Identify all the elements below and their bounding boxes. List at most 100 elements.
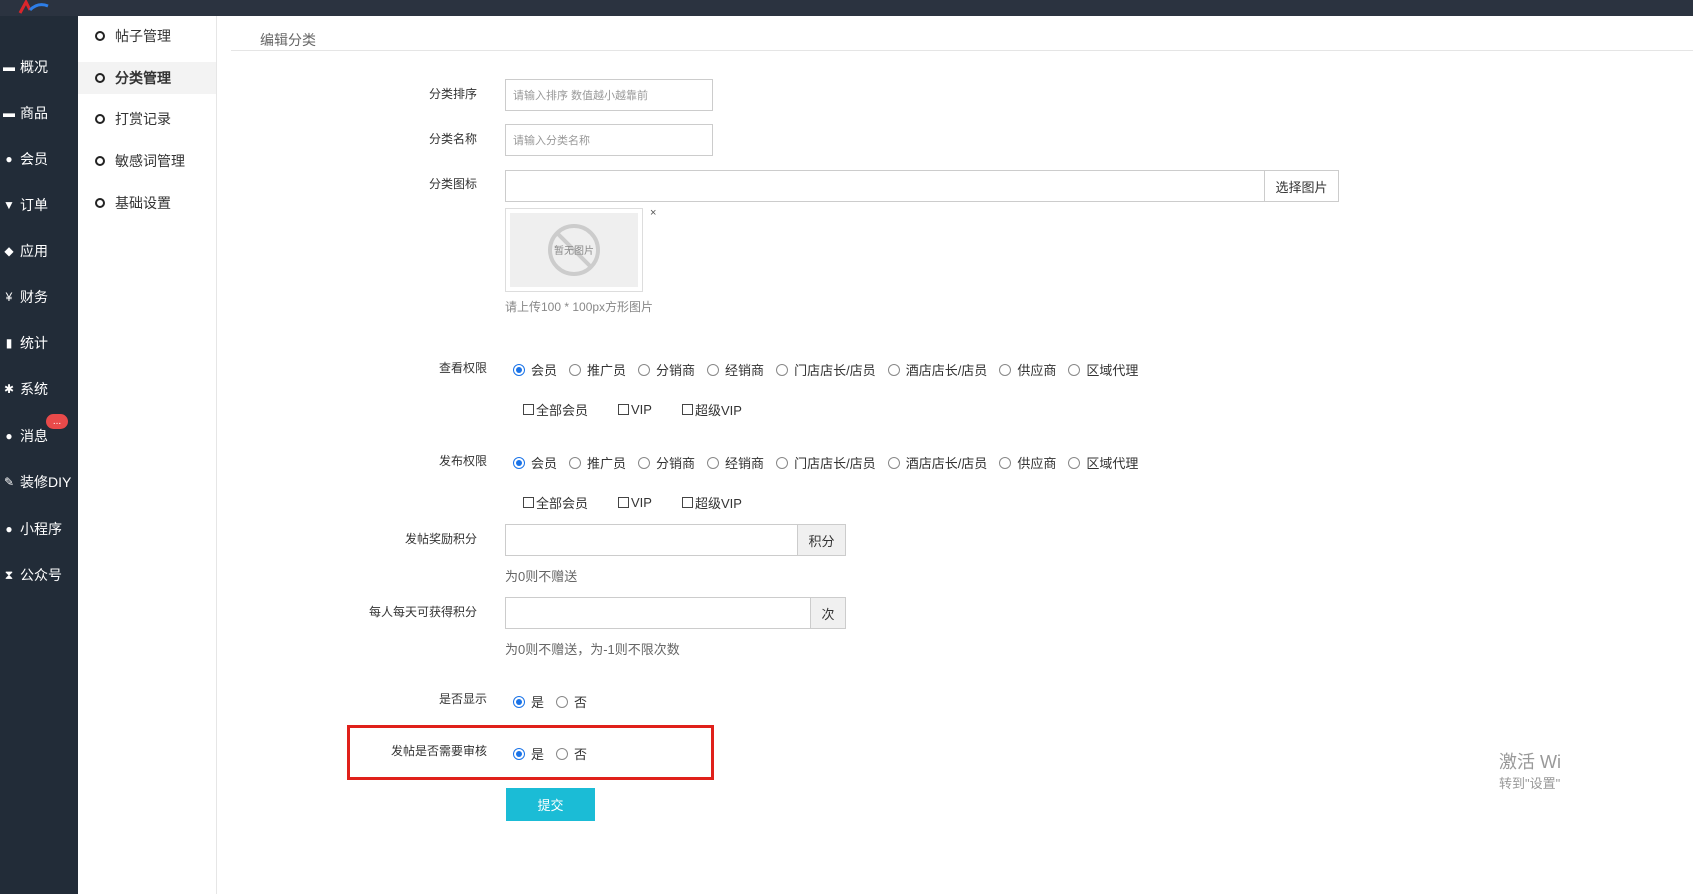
yen-icon: ¥ <box>5 290 13 304</box>
view-role-hotel-manager[interactable]: 酒店店长/店员 <box>887 360 987 379</box>
post-role-distributor[interactable]: 分销商 <box>638 453 695 472</box>
post-role-store-manager[interactable]: 门店店长/店员 <box>776 453 876 472</box>
post-level-all[interactable]: 全部会员 <box>523 493 588 512</box>
subnav-sensitive-words[interactable]: 敏感词管理 <box>78 145 216 177</box>
view-permission-label: 查看权限 <box>438 361 487 375</box>
top-bar <box>0 0 1693 16</box>
view-role-supplier[interactable]: 供应商 <box>999 360 1056 379</box>
nav-item-miniprogram[interactable]: ● 小程序 <box>0 514 78 544</box>
nav-item-members[interactable]: ● 会员 <box>0 144 78 174</box>
view-role-dealer[interactable]: 经销商 <box>707 360 764 379</box>
checkbox[interactable] <box>681 497 693 508</box>
radio-button[interactable] <box>513 456 525 469</box>
view-role-distributor[interactable]: 分销商 <box>638 360 695 379</box>
remove-image-icon[interactable]: × <box>650 207 656 219</box>
circle-icon <box>95 156 105 166</box>
radio-button[interactable] <box>776 363 789 376</box>
checkbox[interactable] <box>681 404 693 415</box>
checkbox[interactable] <box>618 404 630 415</box>
circle-icon <box>95 31 105 41</box>
view-role-region-agent[interactable]: 区域代理 <box>1068 360 1138 379</box>
circle-icon <box>95 114 105 124</box>
post-role-member[interactable]: 会员 <box>513 453 557 472</box>
nav-item-orders[interactable]: ▼ 订单 <box>0 190 78 220</box>
category-name-input[interactable]: 请输入分类名称 <box>505 124 713 156</box>
radio-button[interactable] <box>707 456 720 469</box>
checkbox[interactable] <box>523 404 534 415</box>
message-badge: ... <box>46 414 68 429</box>
post-role-hotel-manager[interactable]: 酒店店长/店员 <box>887 453 987 472</box>
circle-icon <box>95 73 105 83</box>
subnav-basic-settings[interactable]: 基础设置 <box>78 187 216 219</box>
choose-image-button[interactable]: 选择图片 <box>1264 170 1339 202</box>
view-level-all[interactable]: 全部会员 <box>523 400 588 419</box>
subnav-rewards[interactable]: 打赏记录 <box>78 103 216 135</box>
image-preview: 暂无图片 <box>505 208 643 292</box>
radio-button[interactable] <box>707 363 720 376</box>
post-level-super-vip[interactable]: 超级VIP <box>681 493 742 512</box>
radio-button[interactable] <box>999 363 1012 376</box>
card-icon: ▬ <box>3 106 15 120</box>
nav-item-official-account[interactable]: ⧗ 公众号 <box>0 560 78 590</box>
nav-item-apps[interactable]: ◆ 应用 <box>0 236 78 266</box>
view-role-store-manager[interactable]: 门店店长/店员 <box>776 360 876 379</box>
nav-item-overview[interactable]: ▬ 概况 <box>0 52 78 82</box>
post-role-region-agent[interactable]: 区域代理 <box>1068 453 1138 472</box>
post-role-supplier[interactable]: 供应商 <box>999 453 1056 472</box>
view-role-promoter[interactable]: 推广员 <box>569 360 626 379</box>
radio-button[interactable] <box>999 456 1012 469</box>
show-no[interactable]: 否 <box>556 692 587 711</box>
users-icon: ● <box>5 152 13 166</box>
subnav-posts[interactable]: 帖子管理 <box>78 20 216 52</box>
radio-button[interactable] <box>887 456 900 469</box>
logo-icon <box>18 0 49 14</box>
hourglass-icon: ⧗ <box>4 567 14 582</box>
show-yes[interactable]: 是 <box>513 692 544 711</box>
post-role-promoter[interactable]: 推广员 <box>569 453 626 472</box>
reward-points-input[interactable] <box>505 524 798 556</box>
audit-label: 发帖是否需要审核 <box>390 744 487 758</box>
radio-button[interactable] <box>887 363 900 376</box>
sort-input[interactable]: 请输入排序 数值越小越靠前 <box>505 79 713 111</box>
nav-item-diy[interactable]: ✎ 装修DIY <box>0 467 78 497</box>
radio-button[interactable] <box>556 695 569 708</box>
view-role-member[interactable]: 会员 <box>513 360 557 379</box>
reward-points-label: 发帖奖励积分 <box>404 532 477 546</box>
no-image-text: 暂无图片 <box>554 244 594 257</box>
icon-label: 分类图标 <box>428 177 477 191</box>
view-level-super-vip[interactable]: 超级VIP <box>681 400 742 419</box>
wechat-icon: ● <box>5 522 13 536</box>
radio-button[interactable] <box>513 695 525 708</box>
nav-item-stats[interactable]: ▮ 统计 <box>0 328 78 358</box>
checkbox[interactable] <box>618 497 630 508</box>
radio-button[interactable] <box>776 456 789 469</box>
activation-watermark-sub: 转到"设置" <box>1499 776 1561 791</box>
icon-path-input[interactable] <box>505 170 1265 202</box>
activation-watermark: 激活 Wi <box>1499 752 1561 772</box>
radio-button[interactable] <box>638 456 651 469</box>
audit-yes[interactable]: 是 <box>513 744 544 763</box>
post-level-vip[interactable]: VIP <box>618 495 652 510</box>
radio-button[interactable] <box>638 363 651 376</box>
nav-item-products[interactable]: ▬ 商品 <box>0 98 78 128</box>
page-title: 编辑分类 <box>260 32 316 48</box>
cart-icon: ▼ <box>3 198 15 212</box>
radio-button[interactable] <box>1068 363 1081 376</box>
radio-button[interactable] <box>556 747 569 760</box>
radio-button[interactable] <box>1068 456 1081 469</box>
submit-button[interactable]: 提交 <box>506 788 595 821</box>
audit-no[interactable]: 否 <box>556 744 587 763</box>
card-icon: ▬ <box>3 60 15 74</box>
subnav-categories[interactable]: 分类管理 <box>78 62 216 94</box>
radio-button[interactable] <box>513 747 525 760</box>
checkbox[interactable] <box>523 497 534 508</box>
post-role-dealer[interactable]: 经销商 <box>707 453 764 472</box>
daily-limit-input[interactable] <box>505 597 811 629</box>
radio-button[interactable] <box>569 363 582 376</box>
nav-item-finance[interactable]: ¥ 财务 <box>0 282 78 312</box>
radio-button[interactable] <box>569 456 582 469</box>
nav-item-system[interactable]: ✱ 系统 <box>0 374 78 404</box>
daily-limit-label: 每人每天可获得积分 <box>368 605 477 619</box>
radio-button[interactable] <box>513 363 525 376</box>
view-level-vip[interactable]: VIP <box>618 402 652 417</box>
